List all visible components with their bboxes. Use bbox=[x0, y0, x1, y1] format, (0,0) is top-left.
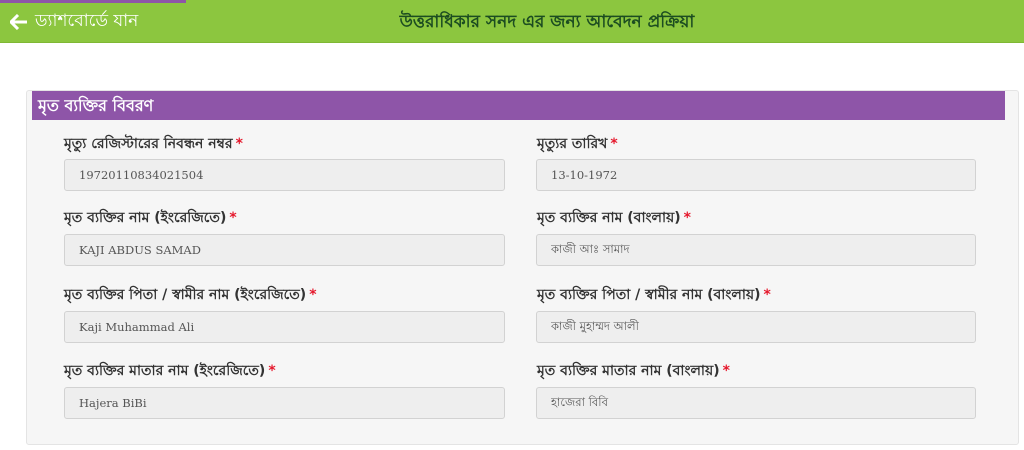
mother-en-label-text: মৃত ব্যক্তির মাতার নাম (ইংরেজিতে) bbox=[64, 363, 266, 379]
required-mark: * bbox=[229, 210, 237, 226]
father-en-label-text: মৃত ব্যক্তির পিতা / স্বামীর নাম (ইংরেজিত… bbox=[64, 287, 307, 303]
required-mark: * bbox=[722, 363, 730, 379]
mother-bn-input[interactable] bbox=[536, 387, 976, 419]
death-date-label: মৃত্যুর তারিখ * bbox=[537, 135, 618, 153]
father-bn-label-text: মৃত ব্যক্তির পিতা / স্বামীর নাম (বাংলায়… bbox=[537, 287, 761, 303]
top-bar: ড্যাশবোর্ডে যান উত্তরাধিকার সনদ এর জন্য … bbox=[0, 0, 1024, 43]
panel-title: মৃত ব্যক্তির বিবরণ bbox=[32, 91, 1005, 120]
father-bn-input[interactable] bbox=[536, 311, 976, 343]
name-en-input[interactable] bbox=[64, 234, 505, 266]
name-bn-input[interactable] bbox=[536, 234, 976, 266]
name-bn-label-text: মৃত ব্যক্তির নাম (বাংলায়) bbox=[537, 210, 681, 226]
death-reg-no-label: মৃত্যু রেজিস্টারের নিবন্ধন নম্বর * bbox=[64, 135, 243, 153]
father-en-label: মৃত ব্যক্তির পিতা / স্বামীর নাম (ইংরেজিত… bbox=[64, 286, 317, 304]
required-mark: * bbox=[683, 210, 691, 226]
required-mark: * bbox=[309, 287, 317, 303]
mother-en-input[interactable] bbox=[64, 387, 505, 419]
top-accent-strip bbox=[0, 0, 186, 3]
death-date-input[interactable] bbox=[536, 159, 976, 191]
required-mark: * bbox=[268, 363, 276, 379]
name-en-label: মৃত ব্যক্তির নাম (ইংরেজিতে) * bbox=[64, 209, 237, 227]
name-en-label-text: মৃত ব্যক্তির নাম (ইংরেজিতে) bbox=[64, 210, 227, 226]
death-date-label-text: মৃত্যুর তারিখ bbox=[537, 136, 608, 152]
father-bn-label: মৃত ব্যক্তির পিতা / স্বামীর নাম (বাংলায়… bbox=[537, 286, 771, 304]
required-mark: * bbox=[610, 136, 618, 152]
death-reg-no-input[interactable] bbox=[64, 159, 505, 191]
father-en-input[interactable] bbox=[64, 311, 505, 343]
mother-bn-label: মৃত ব্যক্তির মাতার নাম (বাংলায়) * bbox=[537, 362, 730, 380]
mother-en-label: মৃত ব্যক্তির মাতার নাম (ইংরেজিতে) * bbox=[64, 362, 276, 380]
page-title: উত্তরাধিকার সনদ এর জন্য আবেদন প্রক্রিয়া bbox=[399, 12, 695, 32]
required-mark: * bbox=[235, 136, 243, 152]
required-mark: * bbox=[763, 287, 771, 303]
mother-bn-label-text: মৃত ব্যক্তির মাতার নাম (বাংলায়) bbox=[537, 363, 720, 379]
name-bn-label: মৃত ব্যক্তির নাম (বাংলায়) * bbox=[537, 209, 691, 227]
death-reg-no-label-text: মৃত্যু রেজিস্টারের নিবন্ধন নম্বর bbox=[64, 136, 233, 152]
